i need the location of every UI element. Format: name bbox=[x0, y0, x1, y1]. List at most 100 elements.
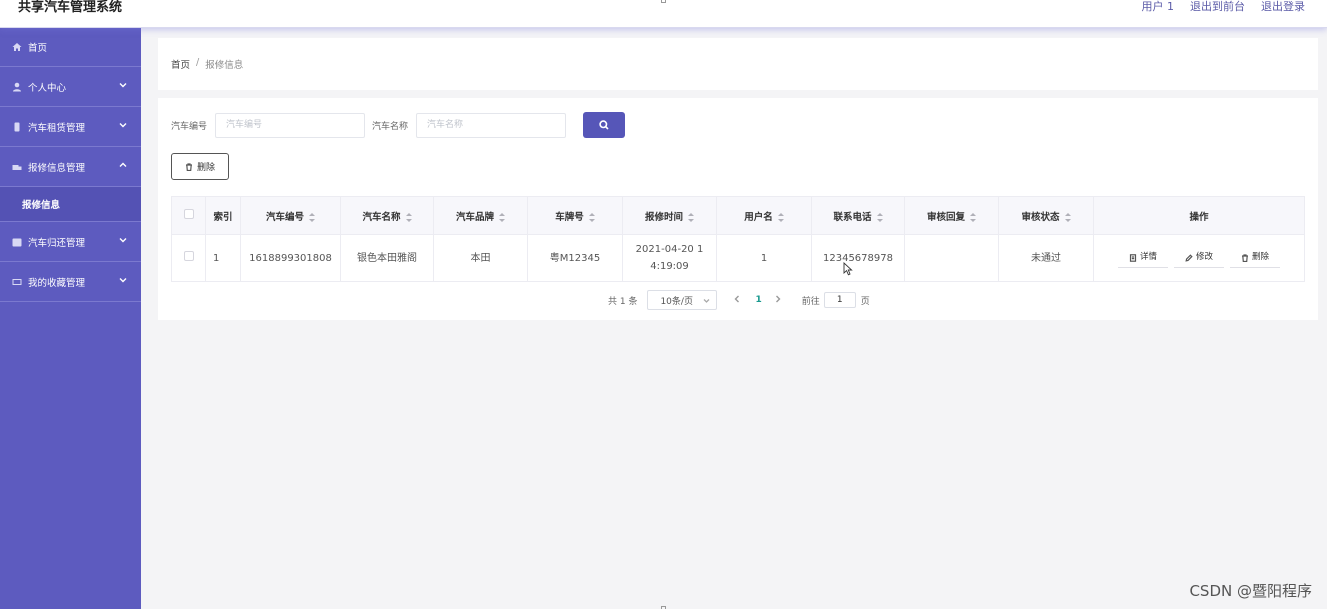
page-number-current[interactable]: 1 bbox=[755, 295, 761, 305]
column-header[interactable]: 审核状态 bbox=[998, 196, 1094, 235]
cell-index: 1 bbox=[205, 234, 241, 282]
sort-icon[interactable] bbox=[970, 212, 976, 222]
goto-suffix: 页 bbox=[860, 296, 870, 307]
row-checkbox[interactable] bbox=[183, 250, 194, 261]
breadcrumb-home[interactable]: 首页 bbox=[171, 57, 190, 71]
sidebar-item-label: 我的收藏管理 bbox=[28, 277, 86, 289]
cell-plate: 粤M12345 bbox=[527, 234, 623, 282]
breadcrumb-current: 报修信息 bbox=[205, 60, 244, 71]
select-all-checkbox[interactable] bbox=[183, 209, 194, 219]
chevron-down-icon bbox=[119, 121, 127, 129]
app-title: 共享汽车管理系统 bbox=[18, 0, 123, 15]
column-header[interactable]: 车牌号 bbox=[527, 196, 623, 235]
home-icon bbox=[11, 41, 23, 53]
chevron-down-icon bbox=[119, 81, 127, 89]
cell-repair-time: 2021-04-20 14:19:09 bbox=[622, 234, 717, 282]
phone-icon bbox=[11, 121, 23, 133]
cell-car-no: 1618899301808 bbox=[240, 234, 341, 282]
document-icon bbox=[1129, 253, 1137, 262]
column-header[interactable]: 汽车名称 bbox=[340, 196, 434, 235]
sidebar-item-label: 汽车租赁管理 bbox=[28, 122, 86, 134]
cell-car-name: 银色本田雅阁 bbox=[340, 234, 434, 282]
breadcrumb-card: 首页 / 报修信息 bbox=[158, 38, 1318, 90]
sidebar-item-personal-center[interactable]: 个人中心 bbox=[0, 67, 141, 107]
cell-phone: 12345678978 bbox=[811, 234, 905, 282]
page-size-select[interactable]: 10条/页 bbox=[647, 290, 718, 310]
resize-handle-icon bbox=[661, 0, 666, 3]
chevron-down-icon bbox=[119, 236, 127, 244]
cell-brand: 本田 bbox=[433, 234, 528, 282]
truck-icon bbox=[11, 161, 23, 173]
edit-button[interactable]: 修改 bbox=[1174, 248, 1224, 268]
sort-icon[interactable] bbox=[1064, 212, 1071, 222]
search-form: 汽车编号 汽车名称 bbox=[171, 112, 567, 138]
sidebar-item-label: 汽车归还管理 bbox=[28, 237, 86, 249]
table-row: 1 1618899301808 银色本田雅阁 本田 粤M12345 2021-0… bbox=[171, 234, 1305, 282]
chevron-right-icon bbox=[775, 295, 781, 303]
content-card: 汽车编号 汽车名称 删除 索引 汽车编号 汽车名称 汽车品牌 车牌号 报修时间 … bbox=[158, 98, 1318, 320]
cell-username: 1 bbox=[716, 234, 812, 282]
column-header: 索引 bbox=[205, 196, 241, 235]
car-name-input[interactable] bbox=[416, 112, 567, 138]
car-no-label: 汽车编号 bbox=[171, 121, 208, 132]
edit-icon bbox=[1185, 253, 1193, 262]
pagination-total: 共 1 条 bbox=[608, 296, 638, 307]
cell-operations: 详情 修改 删除 bbox=[1093, 234, 1305, 282]
search-icon bbox=[599, 120, 609, 130]
exit-to-front-link[interactable]: 退出到前台 bbox=[1190, 0, 1245, 14]
sidebar-item-label: 首页 bbox=[28, 43, 48, 54]
column-header[interactable]: 汽车品牌 bbox=[433, 196, 528, 235]
column-header[interactable]: 联系电话 bbox=[811, 196, 905, 235]
cell-review-reply bbox=[904, 234, 999, 282]
sort-icon[interactable] bbox=[777, 212, 784, 222]
search-button[interactable] bbox=[583, 112, 625, 138]
watermark: CSDN @暨阳程序 bbox=[1189, 582, 1312, 600]
trash-icon bbox=[185, 162, 192, 171]
breadcrumb-separator: / bbox=[196, 57, 200, 68]
next-page-button[interactable] bbox=[774, 295, 784, 305]
select-all-cell bbox=[171, 196, 206, 235]
repair-table: 索引 汽车编号 汽车名称 汽车品牌 车牌号 报修时间 用户名 联系电话 审核回复… bbox=[171, 196, 1305, 282]
column-header[interactable]: 用户名 bbox=[716, 196, 812, 235]
row-delete-button[interactable]: 删除 bbox=[1230, 248, 1280, 268]
mouse-cursor-icon bbox=[843, 262, 853, 276]
calendar-icon bbox=[11, 236, 23, 248]
chevron-down-icon bbox=[703, 297, 710, 304]
prev-page-button[interactable] bbox=[733, 295, 743, 305]
sidebar: 首页 个人中心 汽车租赁管理 报修信息管理 报修信息 汽车归还管理 我的收藏管理 bbox=[0, 28, 141, 609]
sort-icon[interactable] bbox=[405, 212, 412, 222]
chevron-left-icon bbox=[734, 295, 740, 303]
sort-icon[interactable] bbox=[588, 212, 595, 222]
sidebar-item-favorites[interactable]: 我的收藏管理 bbox=[0, 262, 141, 302]
card-icon bbox=[11, 276, 23, 288]
table-header-row: 索引 汽车编号 汽车名称 汽车品牌 车牌号 报修时间 用户名 联系电话 审核回复… bbox=[171, 196, 1305, 235]
logout-link[interactable]: 退出登录 bbox=[1261, 0, 1305, 14]
car-no-input[interactable] bbox=[215, 112, 366, 138]
column-header: 操作 bbox=[1093, 196, 1305, 235]
sidebar-item-home[interactable]: 首页 bbox=[0, 28, 141, 67]
current-user-link[interactable]: 用户 1 bbox=[1142, 0, 1175, 14]
sidebar-item-repair-management[interactable]: 报修信息管理 bbox=[0, 147, 141, 187]
detail-button[interactable]: 详情 bbox=[1118, 248, 1168, 268]
user-icon bbox=[11, 81, 23, 93]
sidebar-item-car-return[interactable]: 汽车归还管理 bbox=[0, 222, 141, 262]
chevron-up-icon bbox=[119, 161, 127, 169]
sidebar-item-label: 个人中心 bbox=[28, 82, 67, 94]
sidebar-subitem-repair-info[interactable]: 报修信息 bbox=[0, 187, 141, 222]
top-bar: 共享汽车管理系统 用户 1 退出到前台 退出登录 bbox=[0, 0, 1327, 28]
sort-icon[interactable] bbox=[688, 212, 694, 222]
goto-page-input[interactable] bbox=[823, 292, 856, 308]
goto-prefix: 前往 bbox=[801, 296, 820, 307]
column-header[interactable]: 汽车编号 bbox=[240, 196, 341, 235]
batch-delete-button[interactable]: 删除 bbox=[171, 153, 229, 180]
sort-icon[interactable] bbox=[876, 212, 883, 222]
sort-icon[interactable] bbox=[309, 212, 315, 222]
pagination: 共 1 条 10条/页 1 前往 页 bbox=[608, 290, 870, 310]
column-header[interactable]: 报修时间 bbox=[622, 196, 717, 235]
sidebar-item-car-rental[interactable]: 汽车租赁管理 bbox=[0, 107, 141, 147]
column-header[interactable]: 审核回复 bbox=[904, 196, 999, 235]
sort-icon[interactable] bbox=[499, 212, 505, 222]
breadcrumb: 首页 / 报修信息 bbox=[171, 57, 243, 71]
trash-icon bbox=[1241, 253, 1248, 262]
top-links: 用户 1 退出到前台 退出登录 bbox=[1142, 0, 1306, 14]
